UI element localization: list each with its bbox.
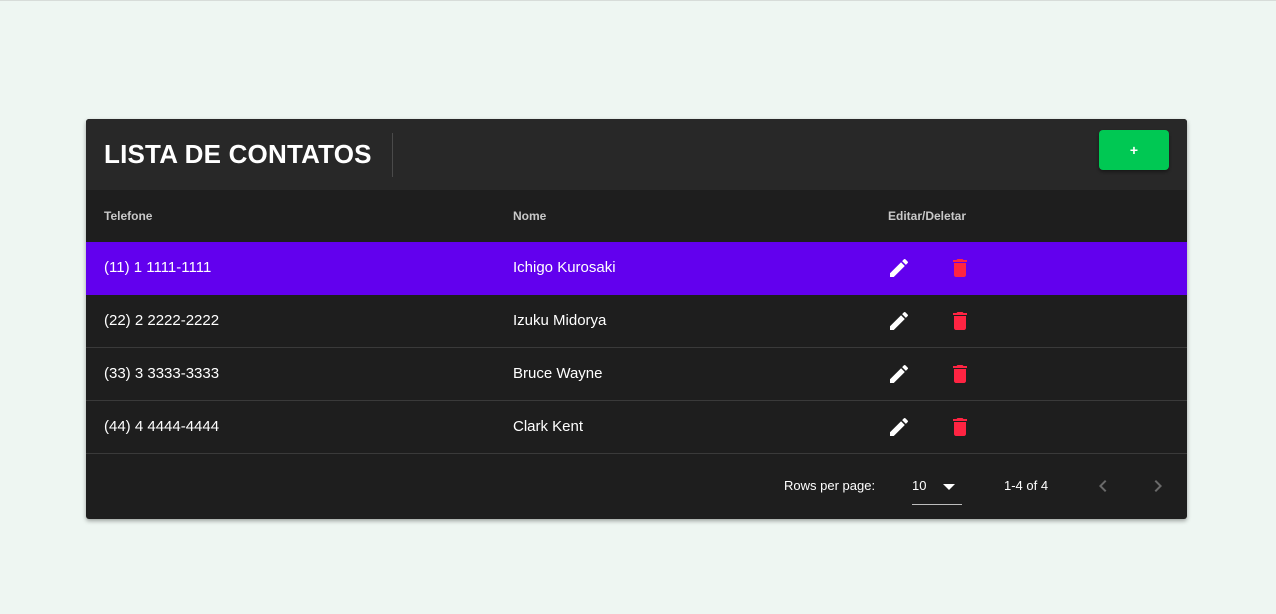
trash-icon[interactable]	[948, 415, 972, 439]
pencil-icon[interactable]	[887, 256, 911, 280]
table-row[interactable]: (33) 3 3333-3333 Bruce Wayne	[86, 348, 1187, 401]
name-cell: Izuku Midorya	[513, 312, 607, 329]
trash-icon[interactable]	[948, 309, 972, 333]
pencil-icon[interactable]	[887, 309, 911, 333]
phone-cell: (44) 4 4444-4444	[104, 418, 220, 435]
add-contact-button[interactable]: +	[1099, 130, 1169, 170]
column-header-editar-deletar: Editar/Deletar	[888, 209, 967, 223]
name-cell: Ichigo Kurosaki	[513, 259, 616, 276]
table-row[interactable]: (11) 1 1111-1111 Ichigo Kurosaki	[86, 242, 1187, 295]
phone-cell: (11) 1 1111-1111	[104, 259, 212, 276]
caret-down-icon	[942, 480, 956, 499]
page-title: LISTA DE CONTATOS	[104, 139, 372, 169]
pencil-icon[interactable]	[887, 415, 911, 439]
chevron-left-icon[interactable]	[1091, 474, 1115, 498]
contacts-card: LISTA DE CONTATOS + Telefone Nome Editar…	[86, 119, 1187, 519]
rows-per-page-label: Rows per page:	[784, 478, 876, 493]
rows-per-page-value: 10	[912, 478, 927, 493]
column-header-telefone[interactable]: Telefone	[104, 190, 152, 242]
table-pagination: Rows per page: 10 1-4 of 4	[86, 454, 1187, 519]
table-row[interactable]: (22) 2 2222-2222 Izuku Midorya	[86, 295, 1187, 348]
name-cell: Bruce Wayne	[513, 365, 603, 382]
column-header-nome[interactable]: Nome	[513, 190, 546, 242]
chevron-right-icon[interactable]	[1146, 474, 1170, 498]
title-divider	[392, 133, 393, 177]
table-row[interactable]: (44) 4 4444-4444 Clark Kent	[86, 401, 1187, 454]
top-border	[0, 0, 1276, 1]
pencil-icon[interactable]	[887, 362, 911, 386]
trash-icon[interactable]	[948, 256, 972, 280]
trash-icon[interactable]	[948, 362, 972, 386]
rows-per-page-select[interactable]: 10	[912, 472, 962, 505]
table-header: Telefone Nome Editar/Deletar	[86, 190, 1187, 242]
page-range-label: 1-4 of 4	[1004, 478, 1049, 493]
card-header: LISTA DE CONTATOS +	[86, 119, 1187, 190]
phone-cell: (33) 3 3333-3333	[104, 365, 220, 382]
name-cell: Clark Kent	[513, 418, 584, 435]
phone-cell: (22) 2 2222-2222	[104, 312, 220, 329]
